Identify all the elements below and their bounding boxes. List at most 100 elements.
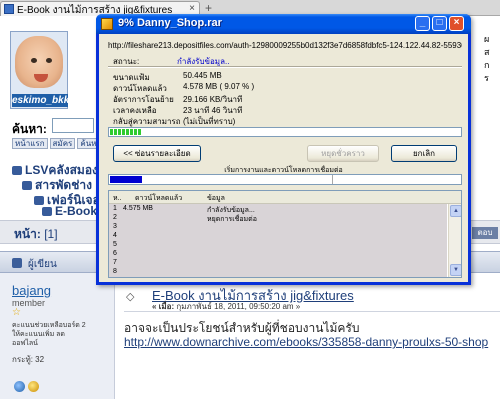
register-link[interactable]: สมัคร: [49, 138, 76, 149]
row-number: 7: [113, 259, 117, 266]
user-pane: bajang member ☆ คะแนนช่วยเหลือบอร์ด 2 ให…: [0, 273, 115, 399]
avatar: eskimo_bkk: [10, 31, 70, 109]
connections-table: ห.. ดาวน์โหลดแล้ว ข้อมูล 1 4.575 MB กำลังร…: [108, 190, 462, 278]
minimize-button[interactable]: _: [415, 16, 430, 31]
breadcrumb-label: E-Book: [55, 204, 97, 218]
karma-line: คะแนนช่วยเหลือบอร์ด 2: [12, 322, 86, 329]
table-row[interactable]: 8: [109, 268, 447, 277]
forum-favicon-icon: [4, 4, 14, 14]
page-label-text: หน้า:: [14, 227, 41, 241]
username-link[interactable]: bajang: [12, 283, 51, 298]
karma-vote-links[interactable]: ให้คะแนนเพิ่ม ลด: [12, 330, 102, 339]
right-strip-item: ผ: [484, 34, 490, 44]
table-row[interactable]: 1 4.575 MB กำลังรับข้อมูล...: [109, 205, 447, 214]
right-sidebar-strip: ผ ส ก ร: [483, 17, 500, 137]
progress-block: [118, 129, 121, 135]
reply-button[interactable]: ตอบ: [472, 227, 498, 239]
progress-block: [126, 129, 129, 135]
avatar-eye-right: [46, 58, 52, 63]
tab-close-icon[interactable]: ×: [189, 3, 195, 14]
row-number: 4: [113, 232, 117, 239]
progress-block: [122, 129, 125, 135]
online-status: ออฟไลน์: [12, 340, 38, 347]
col-downloaded[interactable]: ดาวน์โหลดแล้ว: [135, 193, 182, 204]
pause-button[interactable]: หยุดชั่วคราว: [307, 145, 379, 162]
table-row[interactable]: 5: [109, 241, 447, 250]
baby-face-image: [15, 36, 63, 88]
user-post-count: กระทู้: 32: [12, 355, 45, 364]
post-date: กุมภาพันธ์ 18, 2011, 09:50:20 am »: [176, 302, 301, 311]
progress-block: [110, 129, 113, 135]
post-link[interactable]: http://www.downarchive.com/ebooks/335858…: [124, 335, 488, 349]
dialog-titlebar[interactable]: 9% Danny_Shop.rar _ □ ×: [96, 14, 471, 34]
right-strip-item: ก: [484, 60, 490, 70]
new-tab-button[interactable]: +: [205, 1, 212, 15]
avatar-mouth: [34, 74, 48, 82]
author-icon: [12, 258, 22, 268]
table-row[interactable]: 7: [109, 259, 447, 268]
header-links: หน้าแรก สมัคร ค้นหา: [12, 138, 106, 149]
right-strip-item: ร: [484, 73, 489, 83]
row-number: 1: [113, 205, 117, 212]
progress-block: [138, 129, 141, 135]
row-number: 2: [113, 214, 117, 221]
search-label: ค้นหา:: [12, 122, 47, 136]
progress-block: [130, 129, 133, 135]
download-url: http://fileshare213.depositfiles.com/aut…: [108, 41, 462, 50]
row-number: 5: [113, 241, 117, 248]
row-downloaded: 4.575 MB: [123, 205, 153, 212]
table-scrollbar[interactable]: ▲ ▼: [448, 204, 461, 277]
row-number: 6: [113, 250, 117, 257]
hide-details-button[interactable]: << ซ่อนรายละเอียด: [113, 145, 201, 162]
folder-arrow-icon: [12, 166, 22, 175]
table-row[interactable]: 4: [109, 232, 447, 241]
progress-block: [134, 129, 137, 135]
post-pane: ◇ E-Book งานไม้การสร้าง jig&fixtures « เ…: [116, 273, 500, 399]
download-dialog: 9% Danny_Shop.rar _ □ × http://fileshare…: [96, 14, 471, 285]
downloaded-value: 4.578 MB ( 9.07 % ): [183, 82, 255, 91]
table-row[interactable]: 3: [109, 223, 447, 232]
file-size-value: 50.445 MB: [183, 71, 222, 80]
rank-star-icon: ☆: [12, 307, 21, 318]
page-label: หน้า: [1]: [14, 225, 58, 244]
connection-segment: [110, 176, 142, 183]
row-number: 8: [113, 268, 117, 275]
connections-rows: 1 4.575 MB กำลังรับข้อมูล... 2 หยุดการเชื่อม…: [109, 204, 447, 277]
search-input[interactable]: [52, 118, 94, 133]
table-row[interactable]: 2 หยุดการเชื่อมต่อ: [109, 214, 447, 223]
breadcrumb-label: สารพัดช่าง: [35, 178, 92, 192]
avatar-name: eskimo_bkk: [12, 94, 70, 107]
close-button[interactable]: ×: [449, 16, 464, 31]
avatar-eye-left: [31, 58, 37, 63]
profile-globe-icon[interactable]: [14, 381, 25, 392]
connection-marker: [332, 175, 333, 184]
breadcrumb-item-topic[interactable]: E-Book: [42, 204, 97, 218]
dialog-title: 9% Danny_Shop.rar: [118, 17, 222, 29]
row-number: 3: [113, 223, 117, 230]
dialog-separator: [108, 66, 462, 68]
user-karma: คะแนนช่วยเหลือบอร์ด 2 ให้คะแนนเพิ่ม ลด อ…: [12, 321, 102, 348]
table-row[interactable]: 6: [109, 250, 447, 259]
post-diamond-icon: ◇: [126, 291, 135, 303]
scroll-down-icon[interactable]: ▼: [450, 264, 461, 276]
cancel-button[interactable]: ยกเลิก: [391, 145, 457, 162]
connections-table-header: ห.. ดาวน์โหลดแล้ว ข้อมูล: [109, 191, 461, 204]
col-number[interactable]: ห..: [113, 193, 122, 204]
personal-message-icon[interactable]: [28, 381, 39, 392]
right-strip-item: ส: [484, 47, 490, 57]
post-divider: [124, 311, 500, 312]
home-link[interactable]: หน้าแรก: [12, 138, 48, 149]
folder-arrow-icon: [42, 207, 52, 216]
col-info[interactable]: ข้อมูล: [207, 193, 225, 204]
download-app-icon: [101, 18, 113, 30]
download-progress-bar: [108, 127, 462, 137]
maximize-button[interactable]: □: [432, 16, 447, 31]
folder-arrow-icon: [22, 181, 32, 190]
connections-bar: [108, 174, 462, 185]
post-meta-prefix: « เมื่อ:: [152, 302, 177, 311]
scroll-up-icon[interactable]: ▲: [450, 205, 461, 217]
progress-fill: [110, 129, 460, 135]
page-number-link[interactable]: [1]: [44, 227, 57, 241]
progress-block: [114, 129, 117, 135]
author-column-label: ผู้เขียน: [28, 259, 57, 270]
